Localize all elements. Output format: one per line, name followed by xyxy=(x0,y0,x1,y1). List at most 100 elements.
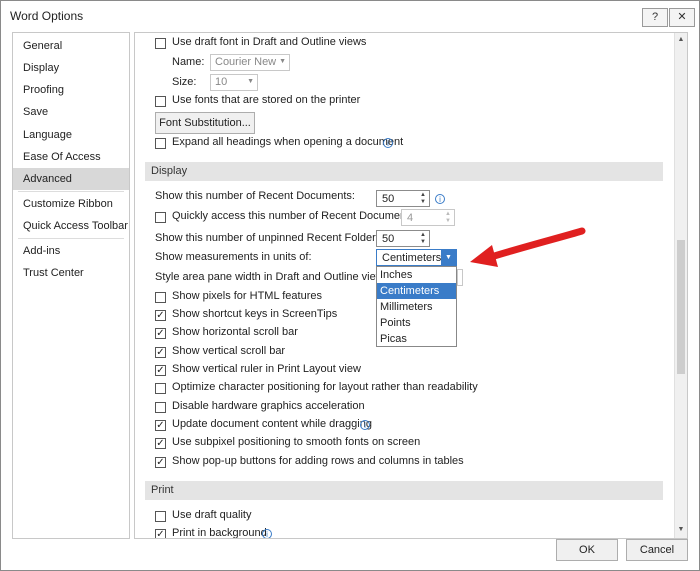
vertical-scrollbar[interactable]: ▲ ▼ xyxy=(674,33,687,538)
vertical-scroll-label: Show vertical scroll bar xyxy=(172,345,286,357)
subpixel-label: Use subpixel positioning to smooth fonts… xyxy=(172,436,421,448)
chevron-down-icon[interactable]: ▼ xyxy=(441,250,456,265)
check-icon: ✓ xyxy=(156,457,165,468)
red-arrow-annotation xyxy=(470,227,586,267)
recent-docs-value: 50 xyxy=(382,193,395,205)
word-options-dialog: Word Options ? ✕ General Display Proofin… xyxy=(0,0,700,571)
nav-ease-of-access[interactable]: Ease Of Access xyxy=(13,146,129,168)
font-size-label: Size: xyxy=(172,76,197,88)
recent-docs-spinner[interactable]: 50 ▲ ▼ xyxy=(376,190,430,207)
printer-fonts-checkbox[interactable] xyxy=(155,96,166,107)
spin-up-icon[interactable]: ▲ xyxy=(419,192,427,198)
scroll-up-icon[interactable]: ▲ xyxy=(675,33,687,47)
units-dropdown-list: Inches Centimeters Millimeters Points Pi… xyxy=(376,266,457,347)
nav-customize-ribbon[interactable]: Customize Ribbon xyxy=(13,193,129,215)
close-button[interactable]: ✕ xyxy=(669,8,695,27)
info-icon: i xyxy=(383,138,393,148)
print-section-header: Print xyxy=(145,481,663,500)
optimize-positioning-checkbox[interactable] xyxy=(155,383,166,394)
vertical-scroll-checkbox[interactable]: ✓ xyxy=(155,347,166,358)
nav-general[interactable]: General xyxy=(13,35,129,57)
nav-display[interactable]: Display xyxy=(13,57,129,79)
unpinned-folders-value: 50 xyxy=(382,233,395,245)
info-icon: i xyxy=(360,420,370,430)
title-bar: Word Options ? ✕ xyxy=(1,1,699,31)
units-label: Show measurements in units of: xyxy=(155,251,312,263)
font-name-value: Courier New xyxy=(215,56,277,68)
nav-advanced[interactable]: Advanced xyxy=(13,168,129,190)
units-option-points[interactable]: Points xyxy=(377,315,456,331)
nav-divider xyxy=(18,238,124,239)
units-option-inches[interactable]: Inches xyxy=(377,267,456,283)
print-background-label: Print in background xyxy=(172,527,267,539)
update-dragging-checkbox[interactable]: ✓ xyxy=(155,420,166,431)
disable-acceleration-label: Disable hardware graphics acceleration xyxy=(172,400,365,412)
nav-language[interactable]: Language xyxy=(13,124,129,146)
nav-save[interactable]: Save xyxy=(13,101,129,123)
help-button[interactable]: ? xyxy=(642,8,668,27)
info-icon: i xyxy=(262,529,272,538)
unpinned-folders-spinner[interactable]: 50 ▲ ▼ xyxy=(376,230,430,247)
check-icon: ✓ xyxy=(156,529,165,539)
scroll-down-icon[interactable]: ▼ xyxy=(675,523,687,537)
nav-proofing[interactable]: Proofing xyxy=(13,79,129,101)
font-size-select[interactable]: 10 ▼ xyxy=(210,74,258,91)
options-nav: General Display Proofing Save Language E… xyxy=(12,32,130,539)
shortcut-keys-checkbox[interactable]: ✓ xyxy=(155,310,166,321)
show-pixels-label: Show pixels for HTML features xyxy=(172,290,322,302)
check-icon: ✓ xyxy=(156,438,165,449)
subpixel-checkbox[interactable]: ✓ xyxy=(155,438,166,449)
font-name-select[interactable]: Courier New ▼ xyxy=(210,54,290,71)
quick-access-value: 4 xyxy=(407,212,414,224)
cancel-button[interactable]: Cancel xyxy=(626,539,688,561)
quick-access-label: Quickly access this number of Recent Doc… xyxy=(172,210,418,222)
spin-up-icon[interactable]: ▲ xyxy=(444,211,452,217)
display-section-header: Display xyxy=(145,162,663,181)
check-icon: ✓ xyxy=(156,310,165,321)
draft-font-checkbox[interactable] xyxy=(155,38,166,49)
draft-quality-checkbox[interactable] xyxy=(155,511,166,522)
popup-buttons-label: Show pop-up buttons for adding rows and … xyxy=(172,455,464,467)
style-area-input[interactable] xyxy=(457,269,463,286)
units-option-picas[interactable]: Picas xyxy=(377,331,456,347)
horizontal-scroll-checkbox[interactable]: ✓ xyxy=(155,328,166,339)
expand-headings-checkbox[interactable] xyxy=(155,138,166,149)
popup-buttons-checkbox[interactable]: ✓ xyxy=(155,457,166,468)
recent-docs-label: Show this number of Recent Documents: xyxy=(155,190,355,202)
font-name-label: Name: xyxy=(172,56,205,68)
units-dropdown[interactable]: Centimeters ▼ xyxy=(376,249,457,266)
check-icon: ✓ xyxy=(156,328,165,339)
draft-quality-label: Use draft quality xyxy=(172,509,252,521)
spin-down-icon[interactable]: ▼ xyxy=(419,239,427,245)
nav-add-ins[interactable]: Add-ins xyxy=(13,240,129,262)
unpinned-folders-label: Show this number of unpinned Recent Fold… xyxy=(155,232,385,244)
spin-down-icon[interactable]: ▼ xyxy=(419,199,427,205)
disable-acceleration-checkbox[interactable] xyxy=(155,402,166,413)
expand-headings-label: Expand all headings when opening a docum… xyxy=(172,136,404,148)
chevron-down-icon: ▼ xyxy=(247,78,254,85)
quick-access-checkbox[interactable] xyxy=(155,212,166,223)
optimize-positioning-label: Optimize character positioning for layou… xyxy=(172,381,478,393)
vertical-ruler-label: Show vertical ruler in Print Layout view xyxy=(172,363,361,375)
spin-down-icon[interactable]: ▼ xyxy=(444,218,452,224)
spin-up-icon[interactable]: ▲ xyxy=(419,232,427,238)
horizontal-scroll-label: Show horizontal scroll bar xyxy=(172,326,298,338)
quick-access-spinner[interactable]: 4 ▲ ▼ xyxy=(401,209,455,226)
check-icon: ✓ xyxy=(156,347,165,358)
units-option-millimeters[interactable]: Millimeters xyxy=(377,299,456,315)
nav-quick-access-toolbar[interactable]: Quick Access Toolbar xyxy=(13,215,129,237)
print-background-checkbox[interactable]: ✓ xyxy=(155,529,166,539)
ok-button[interactable]: OK xyxy=(556,539,618,561)
nav-divider xyxy=(18,191,124,192)
chevron-down-icon: ▼ xyxy=(279,58,286,65)
shortcut-keys-label: Show shortcut keys in ScreenTips xyxy=(172,308,338,320)
units-option-centimeters[interactable]: Centimeters xyxy=(377,283,456,299)
nav-trust-center[interactable]: Trust Center xyxy=(13,262,129,284)
update-dragging-label: Update document content while dragging xyxy=(172,418,372,430)
scrollbar-thumb[interactable] xyxy=(677,240,685,374)
vertical-ruler-checkbox[interactable]: ✓ xyxy=(155,365,166,376)
font-size-value: 10 xyxy=(215,76,228,88)
check-icon: ✓ xyxy=(156,365,165,376)
font-substitution-button[interactable]: Font Substitution... xyxy=(155,112,255,134)
show-pixels-checkbox[interactable] xyxy=(155,292,166,303)
